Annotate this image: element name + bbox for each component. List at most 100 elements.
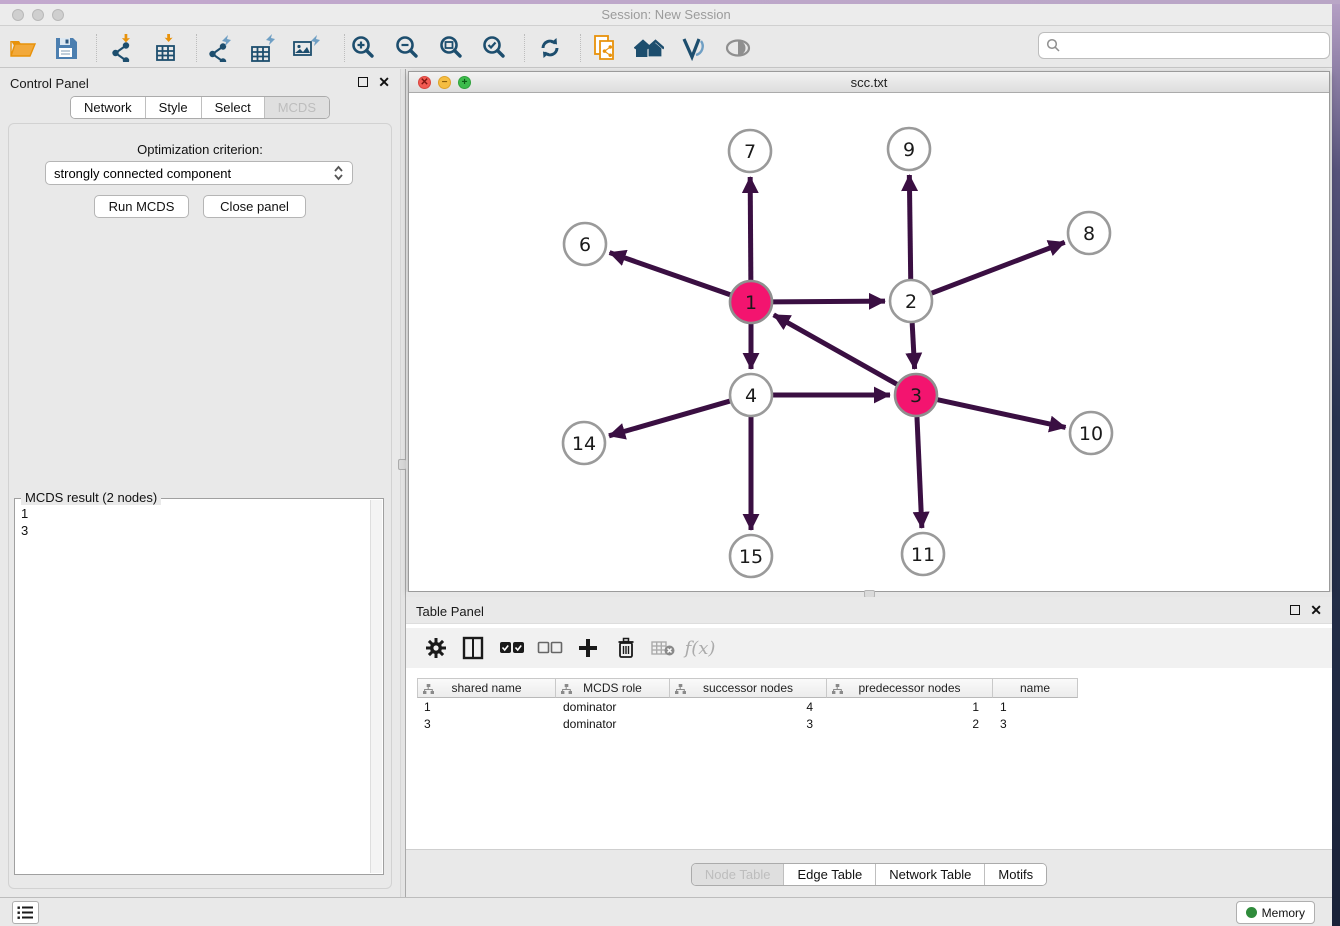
column-header-shared-name[interactable]: shared name xyxy=(417,678,556,698)
ndex-home-icon[interactable] xyxy=(634,33,664,63)
column-header-name[interactable]: name xyxy=(993,678,1078,698)
graph-node-1[interactable]: 1 xyxy=(730,281,772,323)
import-network-icon[interactable] xyxy=(106,33,136,63)
import-table-icon[interactable] xyxy=(151,33,181,63)
toolbar-separator xyxy=(344,34,345,62)
clone-network-icon[interactable] xyxy=(590,33,620,63)
graph-node-2[interactable]: 2 xyxy=(890,280,932,322)
graph-node-15[interactable]: 15 xyxy=(730,535,772,577)
graph-edge-1-6[interactable] xyxy=(610,253,731,295)
graph-node-11[interactable]: 11 xyxy=(902,533,944,575)
hierarchy-icon xyxy=(561,684,572,695)
graph-node-6[interactable]: 6 xyxy=(564,223,606,265)
export-network-icon[interactable] xyxy=(204,33,234,63)
trash-icon[interactable] xyxy=(612,634,640,662)
table-cell[interactable]: 3 xyxy=(993,715,1078,732)
network-and-table-area: ✕ − + scc.txt 7968124314101511 xyxy=(406,69,1332,897)
toolbar-separator xyxy=(96,34,97,62)
export-image-icon[interactable] xyxy=(291,33,321,63)
graph-node-14[interactable]: 14 xyxy=(563,422,605,464)
tab-style[interactable]: Style xyxy=(145,97,201,118)
mcds-result-line: 1 xyxy=(21,505,364,522)
tab-network[interactable]: Network xyxy=(71,97,145,118)
table-cell[interactable]: 4 xyxy=(670,698,827,715)
table-cell[interactable]: 3 xyxy=(417,715,556,732)
network-window-titlebar: ✕ − + scc.txt xyxy=(409,72,1329,93)
table-row[interactable]: 1dominator411 xyxy=(417,698,1078,715)
graph-node-4[interactable]: 4 xyxy=(730,374,772,416)
search-icon xyxy=(1046,38,1061,53)
float-panel-icon[interactable] xyxy=(1290,605,1300,615)
graph-node-3[interactable]: 3 xyxy=(895,374,937,416)
graph-node-8[interactable]: 8 xyxy=(1068,212,1110,254)
memory-button[interactable]: Memory xyxy=(1236,901,1315,924)
gear-icon[interactable] xyxy=(422,634,450,662)
table-panel: Table Panel ✕ xyxy=(406,597,1332,897)
close-panel-button[interactable]: Close panel xyxy=(203,195,306,218)
select-all-icon[interactable] xyxy=(498,634,526,662)
criterion-dropdown[interactable]: strongly connected component xyxy=(45,161,353,185)
result-scrollbar[interactable] xyxy=(370,500,382,873)
graph-edge-1-2[interactable] xyxy=(773,301,885,302)
table-cell[interactable]: 3 xyxy=(670,715,827,732)
eye-icon[interactable] xyxy=(723,33,753,63)
graph-edge-3-11[interactable] xyxy=(917,417,922,528)
table-cell[interactable]: dominator xyxy=(556,698,670,715)
open-session-icon[interactable] xyxy=(8,33,38,63)
mcds-result-box: MCDS result (2 nodes) 13 xyxy=(14,498,384,875)
add-row-icon[interactable] xyxy=(574,634,602,662)
zoom-selected-icon[interactable] xyxy=(479,33,509,63)
task-history-button[interactable] xyxy=(12,901,39,924)
graph-node-10[interactable]: 10 xyxy=(1070,412,1112,454)
float-panel-icon[interactable] xyxy=(358,77,368,87)
table-cell[interactable]: dominator xyxy=(556,715,670,732)
graph-edge-3-10[interactable] xyxy=(937,400,1065,428)
toolbar-separator xyxy=(580,34,581,62)
graph-edge-2-8[interactable] xyxy=(932,242,1065,293)
toolbar-separator xyxy=(524,34,525,62)
column-header-predecessor-nodes[interactable]: predecessor nodes xyxy=(827,678,993,698)
table-panel-header: Table Panel ✕ xyxy=(406,597,1332,624)
tab-select[interactable]: Select xyxy=(201,97,264,118)
refresh-layout-icon[interactable] xyxy=(535,33,565,63)
graph-node-7[interactable]: 7 xyxy=(729,130,771,172)
table-cell[interactable]: 1 xyxy=(417,698,556,715)
close-panel-icon[interactable]: ✕ xyxy=(1310,604,1322,616)
tab-node-table[interactable]: Node Table xyxy=(692,864,784,885)
zoom-in-icon[interactable] xyxy=(348,33,378,63)
table-cell[interactable]: 1 xyxy=(993,698,1078,715)
graph-edge-1-7[interactable] xyxy=(750,177,751,280)
graph-node-9[interactable]: 9 xyxy=(888,128,930,170)
tab-edge-table[interactable]: Edge Table xyxy=(783,864,875,885)
graph-edge-2-3[interactable] xyxy=(912,323,914,369)
toolbar-separator xyxy=(196,34,197,62)
control-panel: Control Panel ✕ NetworkStyleSelectMCDS O… xyxy=(0,69,400,897)
table-cell[interactable]: 2 xyxy=(827,715,993,732)
function-builder-icon: f(x) xyxy=(686,634,714,662)
deselect-all-icon[interactable] xyxy=(536,634,564,662)
zoom-fit-icon[interactable] xyxy=(436,33,466,63)
zoom-out-icon[interactable] xyxy=(392,33,422,63)
tab-mcds[interactable]: MCDS xyxy=(264,97,329,118)
run-mcds-button[interactable]: Run MCDS xyxy=(94,195,189,218)
graph-edge-3-1[interactable] xyxy=(774,315,897,384)
search-input[interactable] xyxy=(1065,36,1329,56)
svg-text:3: 3 xyxy=(910,385,922,407)
close-panel-icon[interactable]: ✕ xyxy=(378,76,390,88)
delete-table-icon xyxy=(649,634,677,662)
column-header-MCDS-role[interactable]: MCDS role xyxy=(556,678,670,698)
table-row[interactable]: 3dominator323 xyxy=(417,715,1078,732)
export-table-icon[interactable] xyxy=(247,33,277,63)
table-cell[interactable]: 1 xyxy=(827,698,993,715)
desktop-background-right xyxy=(1332,4,1340,926)
memory-label: Memory xyxy=(1262,906,1305,920)
save-session-icon[interactable] xyxy=(51,33,81,63)
cyndex-icon[interactable] xyxy=(678,33,708,63)
graph-edge-2-9[interactable] xyxy=(909,175,910,279)
tab-motifs[interactable]: Motifs xyxy=(984,864,1046,885)
graph-edge-4-14[interactable] xyxy=(609,401,730,436)
show-column-icon[interactable] xyxy=(459,634,487,662)
column-header-successor-nodes[interactable]: successor nodes xyxy=(670,678,827,698)
network-canvas[interactable]: 7 9 6 8 1 2 4 3 14 10 15 11 xyxy=(409,93,1329,591)
tab-network-table[interactable]: Network Table xyxy=(875,864,984,885)
